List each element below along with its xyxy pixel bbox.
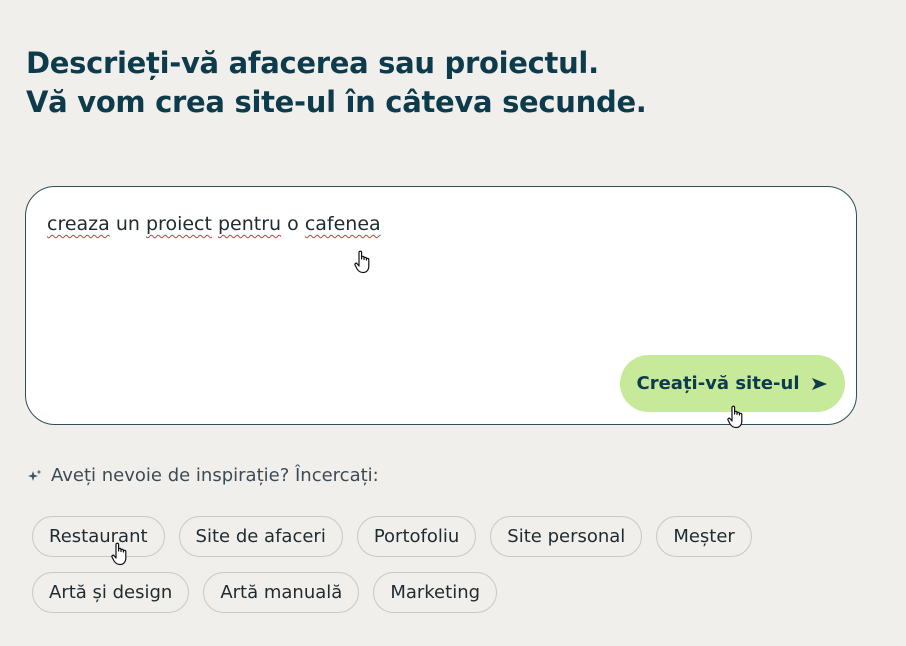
chip-personal-site[interactable]: Site personal xyxy=(490,516,643,557)
inspiration-label: Aveți nevoie de inspirație? Încercați: xyxy=(51,465,379,486)
prompt-word: proiect xyxy=(145,213,212,235)
create-site-button-label: Creați-vă site-ul xyxy=(636,373,800,394)
chip-restaurant[interactable]: Restaurant xyxy=(32,516,165,557)
description-text[interactable]: creaza un proiect pentru o cafenea xyxy=(47,213,381,235)
page-title: Descrieți-vă afacerea sau proiectul. Vă … xyxy=(26,44,647,122)
chip-marketing[interactable]: Marketing xyxy=(373,572,498,613)
chip-portfolio[interactable]: Portofoliu xyxy=(356,516,477,557)
create-site-button[interactable]: Creați-vă site-ul xyxy=(620,355,845,412)
prompt-word: un xyxy=(115,213,140,235)
prompt-word: pentru xyxy=(217,213,282,235)
send-arrow-icon xyxy=(812,377,828,390)
chip-art-design[interactable]: Artă și design xyxy=(32,572,190,613)
chip-handmade-art[interactable]: Artă manuală xyxy=(203,572,360,613)
prompt-word: o xyxy=(287,213,299,235)
inspiration-prompt: Aveți nevoie de inspirație? Încercați: xyxy=(28,465,379,486)
chip-business-site[interactable]: Site de afaceri xyxy=(178,516,343,557)
sparkle-icon xyxy=(28,469,42,481)
suggestion-chips-row-1: Restaurant Site de afaceri Portofoliu Si… xyxy=(32,516,752,557)
description-textarea[interactable]: creaza un proiect pentru o cafenea Creaț… xyxy=(25,186,857,425)
prompt-word: cafenea xyxy=(304,213,381,235)
chip-craftsman[interactable]: Meșter xyxy=(656,516,752,557)
page: Descrieți-vă afacerea sau proiectul. Vă … xyxy=(0,0,906,646)
page-title-line-1: Descrieți-vă afacerea sau proiectul. xyxy=(26,46,599,80)
prompt-word: creaza xyxy=(47,213,110,235)
suggestion-chips-row-2: Artă și design Artă manuală Marketing xyxy=(32,572,498,613)
page-title-line-2: Vă vom crea site-ul în câteva secunde. xyxy=(26,85,647,119)
